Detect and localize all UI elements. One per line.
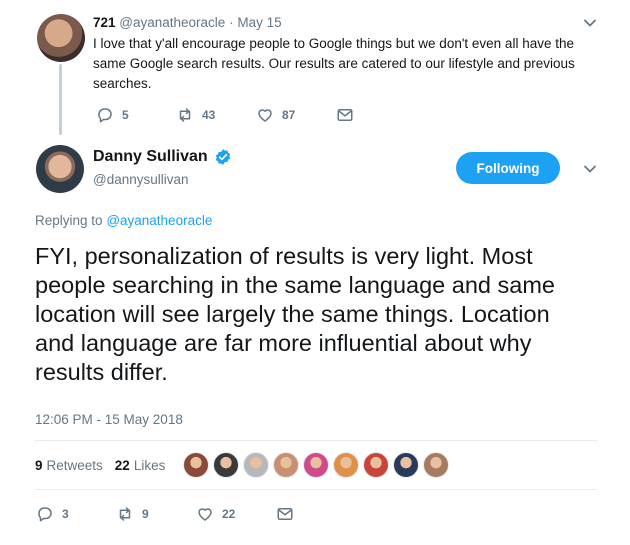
liker-avatar[interactable]: [303, 452, 329, 478]
divider: [35, 489, 597, 490]
liker-avatar[interactable]: [423, 452, 449, 478]
likes-stat-count: 22: [114, 458, 130, 473]
parent-author-name[interactable]: 721: [93, 15, 116, 30]
engagement-stats: 9 Retweets 22 Likes: [35, 458, 165, 473]
reply-button[interactable]: 5: [96, 106, 129, 124]
liker-avatar[interactable]: [363, 452, 389, 478]
thread-line: [59, 64, 62, 135]
envelope-icon: [337, 109, 353, 121]
like-button[interactable]: 22: [196, 505, 235, 523]
retweet-icon: [119, 507, 131, 521]
chevron-down-icon[interactable]: [583, 162, 597, 176]
liker-avatar[interactable]: [333, 452, 359, 478]
likes-stat[interactable]: 22 Likes: [115, 458, 166, 473]
following-button[interactable]: Following: [456, 152, 560, 184]
reply-icon: [98, 108, 112, 123]
main-author: Danny Sullivan: [93, 148, 232, 166]
main-author-handle[interactable]: @dannysullivan: [93, 172, 189, 187]
retweets-stat[interactable]: 9 Retweets: [35, 458, 103, 473]
chevron-down-icon[interactable]: [583, 16, 597, 30]
envelope-icon: [277, 508, 293, 520]
replying-to: Replying to @ayanatheoracle: [35, 213, 212, 228]
tweet-timestamp[interactable]: 12:06 PM - 15 May 2018: [35, 412, 183, 427]
avatar-ayanatheoracle[interactable]: [37, 14, 85, 62]
like-count: 22: [222, 507, 236, 521]
likes-stat-label: Likes: [133, 458, 166, 473]
like-button[interactable]: 87: [256, 106, 295, 124]
retweets-stat-count: 9: [35, 458, 43, 473]
meta-separator: ·: [229, 15, 234, 30]
reply-count: 3: [62, 507, 69, 521]
like-count: 87: [282, 108, 296, 122]
retweet-button[interactable]: 43: [176, 106, 215, 124]
retweet-count: 9: [142, 507, 149, 521]
liker-avatar[interactable]: [393, 452, 419, 478]
liker-avatar[interactable]: [273, 452, 299, 478]
liker-avatars: [183, 452, 453, 478]
verified-badge-icon: [215, 149, 230, 165]
divider: [35, 440, 597, 441]
reply-icon: [38, 507, 52, 522]
liker-avatar[interactable]: [183, 452, 209, 478]
liker-avatar[interactable]: [243, 452, 269, 478]
parent-tweet-header: 721 @ayanatheoracle · May 15: [93, 14, 282, 32]
retweet-button[interactable]: 9: [116, 505, 149, 523]
liker-avatar[interactable]: [213, 452, 239, 478]
heart-icon: [258, 109, 272, 122]
direct-message-button[interactable]: [336, 106, 362, 124]
retweet-icon: [179, 108, 191, 122]
reply-count: 5: [122, 108, 129, 122]
retweets-stat-label: Retweets: [46, 458, 103, 473]
main-tweet-text: FYI, personalization of results is very …: [35, 243, 555, 385]
reply-button[interactable]: 3: [36, 505, 69, 523]
parent-author-handle[interactable]: @ayanatheoracle: [119, 15, 225, 30]
avatar-dannysullivan[interactable]: [36, 145, 84, 193]
heart-icon: [198, 508, 212, 521]
replying-to-handle-link[interactable]: @ayanatheoracle: [106, 213, 212, 228]
parent-tweet-date[interactable]: May 15: [237, 15, 281, 30]
parent-tweet-text: I love that y'all encourage people to Go…: [93, 36, 575, 91]
direct-message-button[interactable]: [276, 505, 302, 523]
main-author-name[interactable]: Danny Sullivan: [93, 148, 208, 166]
retweet-count: 43: [202, 108, 216, 122]
replying-to-prefix: Replying to: [35, 213, 103, 228]
